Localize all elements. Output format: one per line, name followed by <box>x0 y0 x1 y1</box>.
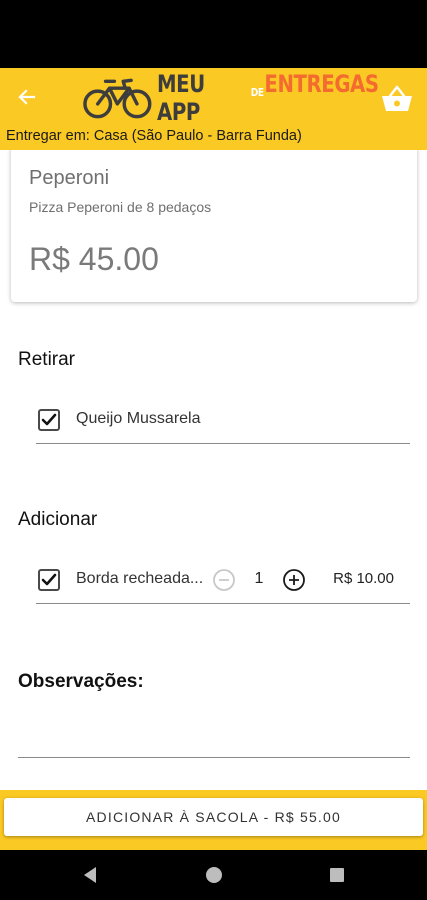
checkmark-icon <box>41 413 57 426</box>
logo-word-meu-app: MEU APP <box>156 70 205 126</box>
remove-section-title: Retirar <box>18 349 76 370</box>
nav-recents-button[interactable] <box>326 864 348 886</box>
product-description: Pizza Peperoni de 8 pedaços <box>29 199 212 215</box>
arrow-left-icon <box>18 89 36 105</box>
app-header: MEU APP DE ENTREGAS Entregar em: Casa (S… <box>0 68 427 150</box>
nav-back-button[interactable] <box>79 864 101 886</box>
bottom-action-bar: ADICIONAR À SACOLA - R$ 55.00 <box>0 790 427 850</box>
basket-icon <box>382 85 412 111</box>
product-price: R$ 45.00 <box>29 241 159 277</box>
checkmark-icon <box>41 573 57 586</box>
decrease-quantity-button[interactable] <box>212 568 236 592</box>
cart-button[interactable] <box>379 82 415 116</box>
system-nav-bar <box>0 850 427 900</box>
remove-item-label: Queijo Mussarela <box>76 410 201 427</box>
product-card: Peperoni Pizza Peperoni de 8 pedaços R$ … <box>11 150 417 302</box>
product-name: Peperoni <box>29 167 110 189</box>
addon-quantity: 1 <box>254 570 264 587</box>
addon-item-label: Borda recheada... <box>76 570 204 587</box>
square-recents-icon <box>330 868 344 882</box>
triangle-back-icon <box>84 867 96 883</box>
circle-home-icon <box>206 867 222 883</box>
addon-item-checkbox[interactable] <box>38 569 60 591</box>
observations-title: Observações: <box>18 671 144 692</box>
add-section-title: Adicionar <box>18 509 98 530</box>
observations-input[interactable] <box>18 716 410 758</box>
main-content: Peperoni Pizza Peperoni de 8 pedaços R$ … <box>0 150 427 790</box>
back-button[interactable] <box>12 82 42 112</box>
remove-item-checkbox[interactable] <box>38 409 60 431</box>
logo-word-entregas: ENTREGAS <box>264 70 379 98</box>
increase-quantity-button[interactable] <box>282 568 306 592</box>
add-to-bag-button[interactable]: ADICIONAR À SACOLA - R$ 55.00 <box>4 798 423 836</box>
bicycle-icon <box>83 78 152 119</box>
addon-item-row: Borda recheada... 1 R$ 10.00 <box>36 556 410 604</box>
delivery-address[interactable]: Entregar em: Casa (São Paulo - Barra Fun… <box>6 128 302 144</box>
plus-circle-icon <box>283 569 305 591</box>
remove-item-row[interactable]: Queijo Mussarela <box>36 396 410 444</box>
logo-word-de: DE <box>250 86 264 99</box>
nav-home-button[interactable] <box>203 864 225 886</box>
minus-circle-icon <box>213 569 235 591</box>
app-logo: MEU APP DE ENTREGAS <box>82 70 427 126</box>
status-bar <box>0 0 427 68</box>
addon-price: R$ 10.00 <box>333 570 394 587</box>
